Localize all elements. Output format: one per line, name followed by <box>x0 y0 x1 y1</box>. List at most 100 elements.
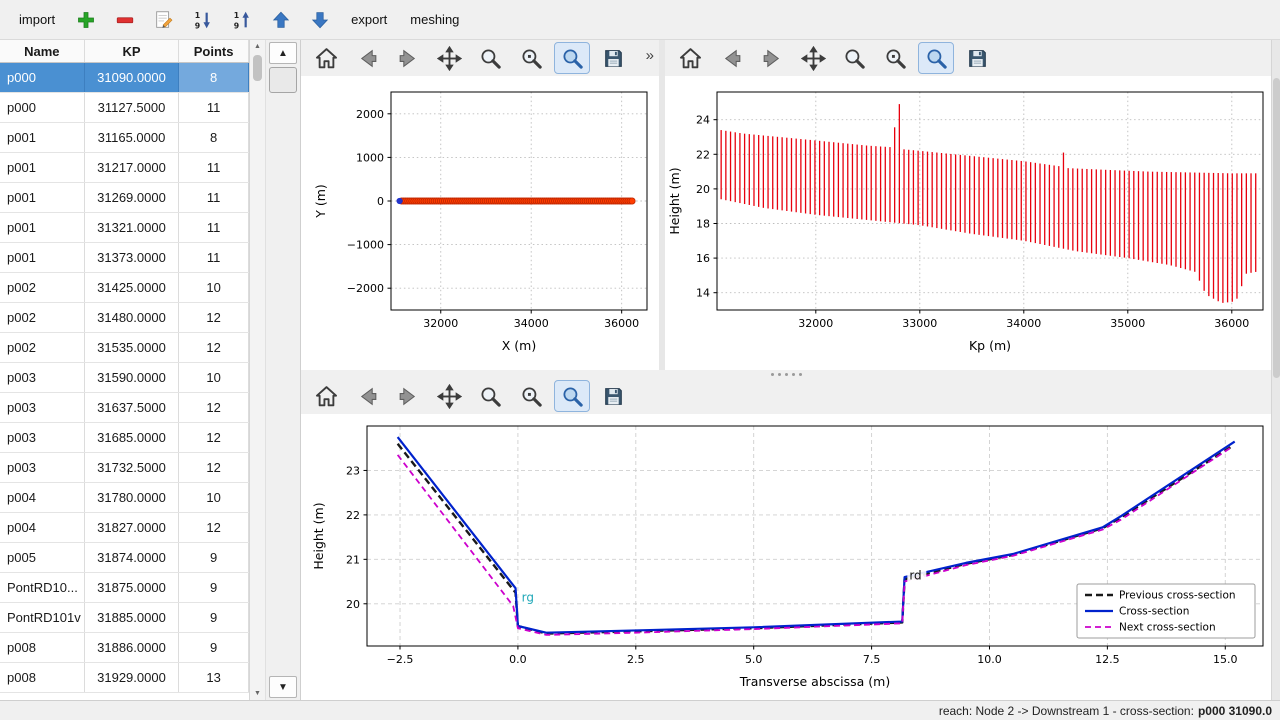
cell-name[interactable]: PontRD10... <box>0 573 85 602</box>
cell-name[interactable]: p003 <box>0 363 85 392</box>
cell-name[interactable]: p001 <box>0 243 85 272</box>
table-scrollbar-thumb[interactable] <box>253 55 262 81</box>
back-button[interactable] <box>714 43 748 73</box>
cell-name[interactable]: p004 <box>0 483 85 512</box>
table-scrollbar[interactable]: ▲ ▼ <box>250 40 266 700</box>
cell-name[interactable]: p002 <box>0 333 85 362</box>
cell-kp[interactable]: 31780.0000 <box>85 483 180 512</box>
cell-kp[interactable]: 31929.0000 <box>85 663 180 692</box>
cell-points[interactable]: 9 <box>179 573 249 602</box>
horizontal-splitter[interactable] <box>301 370 1271 378</box>
table-row[interactable]: p00331637.500012 <box>0 393 249 423</box>
plan-view-canvas[interactable]: 320003400036000−2000−1000010002000X (m)Y… <box>301 76 659 370</box>
cell-kp[interactable]: 31269.0000 <box>85 183 180 212</box>
column-header-points[interactable]: Points <box>179 40 249 62</box>
edit-parameters-button[interactable] <box>919 43 953 73</box>
edit-parameters-button[interactable] <box>555 43 589 73</box>
meshing-button[interactable]: meshing <box>403 8 466 31</box>
save-button[interactable] <box>960 43 994 73</box>
move-down-button[interactable] <box>305 5 335 35</box>
forward-button[interactable] <box>391 43 425 73</box>
cell-points[interactable]: 10 <box>179 363 249 392</box>
save-button[interactable] <box>596 43 630 73</box>
table-row[interactable]: PontRD101v31885.00009 <box>0 603 249 633</box>
cell-kp[interactable]: 31886.0000 <box>85 633 180 662</box>
cell-points[interactable]: 12 <box>179 393 249 422</box>
cell-points[interactable]: 13 <box>179 663 249 692</box>
scroll-down-arrow-icon[interactable]: ▼ <box>250 687 265 700</box>
edit-parameters-button[interactable] <box>555 381 589 411</box>
cell-name[interactable]: p005 <box>0 543 85 572</box>
home-button[interactable] <box>309 43 343 73</box>
back-button[interactable] <box>350 381 384 411</box>
table-row[interactable]: p00831929.000013 <box>0 663 249 693</box>
cell-points[interactable]: 12 <box>179 333 249 362</box>
table-row[interactable]: p00031127.500011 <box>0 93 249 123</box>
cell-name[interactable]: p003 <box>0 393 85 422</box>
cell-kp[interactable]: 31321.0000 <box>85 213 180 242</box>
cell-name[interactable]: p004 <box>0 513 85 542</box>
cell-name[interactable]: p001 <box>0 213 85 242</box>
edit-cross-section-button[interactable] <box>149 5 179 35</box>
back-button[interactable] <box>350 43 384 73</box>
table-row[interactable]: p00431780.000010 <box>0 483 249 513</box>
forward-button[interactable] <box>755 43 789 73</box>
cell-kp[interactable]: 31732.5000 <box>85 453 180 482</box>
sort-ascending-button[interactable]: 19 <box>188 5 218 35</box>
cell-points[interactable]: 11 <box>179 153 249 182</box>
panel-scrollbar-thumb[interactable] <box>269 67 297 93</box>
table-scrollbar-track[interactable] <box>250 83 265 687</box>
cell-kp[interactable]: 31827.0000 <box>85 513 180 542</box>
scroll-down-button[interactable]: ▼ <box>269 676 297 698</box>
configure-subplots-button[interactable] <box>514 381 548 411</box>
cell-kp[interactable]: 31590.0000 <box>85 363 180 392</box>
cell-points[interactable]: 12 <box>179 303 249 332</box>
cell-name[interactable]: p001 <box>0 183 85 212</box>
cell-points[interactable]: 9 <box>179 633 249 662</box>
add-cross-section-button[interactable] <box>71 5 101 35</box>
cell-name[interactable]: p001 <box>0 153 85 182</box>
cell-kp[interactable]: 31480.0000 <box>85 303 180 332</box>
table-row[interactable]: p00331732.500012 <box>0 453 249 483</box>
cross-section-canvas[interactable]: rgrdPrevious cross-sectionCross-sectionN… <box>301 414 1271 700</box>
cell-name[interactable]: p002 <box>0 273 85 302</box>
zoom-button[interactable] <box>473 43 507 73</box>
cell-name[interactable]: p000 <box>0 63 85 92</box>
long-profile-canvas[interactable]: 3200033000340003500036000141618202224Kp … <box>665 76 1271 370</box>
cell-name[interactable]: p003 <box>0 453 85 482</box>
pan-button[interactable] <box>796 43 830 73</box>
table-row[interactable]: p00831886.00009 <box>0 633 249 663</box>
table-row[interactable]: p00131217.000011 <box>0 153 249 183</box>
cell-kp[interactable]: 31090.0000 <box>85 63 180 92</box>
table-row[interactable]: p00431827.000012 <box>0 513 249 543</box>
cell-name[interactable]: p001 <box>0 123 85 152</box>
cell-points[interactable]: 12 <box>179 423 249 452</box>
table-row[interactable]: p00331685.000012 <box>0 423 249 453</box>
cell-points[interactable]: 11 <box>179 243 249 272</box>
cell-kp[interactable]: 31685.0000 <box>85 423 180 452</box>
cell-points[interactable]: 11 <box>179 213 249 242</box>
import-button[interactable]: import <box>12 8 62 31</box>
table-row[interactable]: PontRD10...31875.00009 <box>0 573 249 603</box>
toolbar-overflow-chevron[interactable]: » <box>646 47 654 64</box>
column-header-kp[interactable]: KP <box>85 40 180 62</box>
table-row[interactable]: p00131373.000011 <box>0 243 249 273</box>
pan-button[interactable] <box>432 381 466 411</box>
cell-name[interactable]: p000 <box>0 93 85 122</box>
table-row[interactable]: p00231425.000010 <box>0 273 249 303</box>
zoom-button[interactable] <box>837 43 871 73</box>
panel-scrollbar[interactable]: ▲ ▼ <box>266 40 300 700</box>
move-up-button[interactable] <box>266 5 296 35</box>
cell-points[interactable]: 11 <box>179 183 249 212</box>
cell-points[interactable]: 11 <box>179 93 249 122</box>
pan-button[interactable] <box>432 43 466 73</box>
configure-subplots-button[interactable] <box>514 43 548 73</box>
home-button[interactable] <box>673 43 707 73</box>
cell-points[interactable]: 12 <box>179 453 249 482</box>
table-row[interactable]: p00131321.000011 <box>0 213 249 243</box>
cell-kp[interactable]: 31535.0000 <box>85 333 180 362</box>
cell-points[interactable]: 12 <box>179 513 249 542</box>
column-header-name[interactable]: Name <box>0 40 85 62</box>
zoom-button[interactable] <box>473 381 507 411</box>
cell-kp[interactable]: 31127.5000 <box>85 93 180 122</box>
